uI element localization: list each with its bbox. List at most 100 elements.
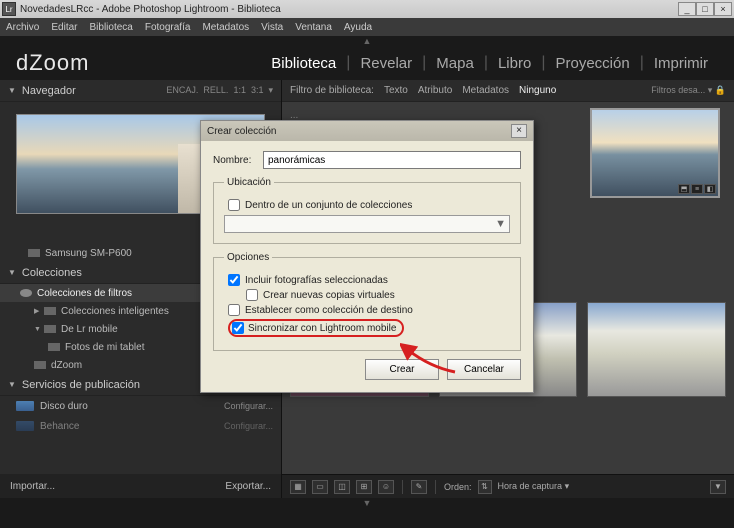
painter-icon[interactable]: ✎	[411, 480, 427, 494]
menu-item[interactable]: Vista	[261, 22, 283, 33]
dialog-titlebar: Crear colección ×	[201, 121, 533, 141]
bottom-chevron[interactable]: ▼	[0, 498, 734, 508]
nav-mode[interactable]: 1:1	[233, 85, 246, 96]
hdd-icon	[16, 401, 34, 411]
collection-label: dZoom	[51, 360, 82, 371]
nav-mode[interactable]: 3:1	[251, 85, 264, 96]
minimize-button[interactable]: _	[678, 2, 696, 16]
collection-label: Fotos de mi tablet	[65, 342, 144, 353]
nav-mode[interactable]: ENCAJ.	[166, 85, 198, 96]
disclosure-triangle-icon: ▼	[8, 380, 16, 389]
tab-proyeccion[interactable]: Proyección	[545, 55, 639, 72]
compare-view-icon[interactable]: ◫	[334, 480, 350, 494]
inside-set-label: Dentro de un conjunto de colecciones	[245, 200, 412, 211]
divider	[435, 480, 436, 494]
tab-libro[interactable]: Libro	[488, 55, 541, 72]
menu-item[interactable]: Editar	[51, 22, 77, 33]
menu-item[interactable]: Biblioteca	[89, 22, 132, 33]
create-collection-dialog: Crear colección × Nombre: Ubicación Dent…	[200, 120, 534, 393]
left-footer: Importar... Exportar...	[0, 474, 281, 498]
collection-label: Colecciones inteligentes	[61, 306, 169, 317]
target-collection-checkbox[interactable]	[228, 304, 240, 316]
filter-none[interactable]: Ninguno	[519, 85, 556, 96]
badge-icon[interactable]: ◧	[704, 184, 716, 194]
filter-text[interactable]: Texto	[384, 85, 408, 96]
service-label: Behance	[40, 421, 79, 432]
filter-preset-dropdown[interactable]: Filtros desa... ▾ 🔒	[651, 85, 726, 96]
inside-set-checkbox[interactable]	[228, 199, 240, 211]
grid-view-icon[interactable]: ▦	[290, 480, 306, 494]
sort-direction-icon[interactable]: ⇅	[478, 480, 492, 494]
thumbnail[interactable]	[587, 302, 726, 397]
loupe-view-icon[interactable]: ▭	[312, 480, 328, 494]
service-label: Disco duro	[40, 401, 88, 412]
close-button[interactable]: ×	[714, 2, 732, 16]
tab-mapa[interactable]: Mapa	[426, 55, 484, 72]
collection-label: De Lr mobile	[61, 324, 118, 335]
export-button[interactable]: Exportar...	[225, 481, 271, 492]
badge-icon[interactable]: ≡	[691, 184, 703, 194]
behance-icon	[16, 421, 34, 431]
collection-icon	[34, 361, 46, 369]
tab-revelar[interactable]: Revelar	[350, 55, 422, 72]
collection-label: Colecciones de filtros	[37, 288, 132, 299]
smart-collection-icon	[44, 307, 56, 315]
target-collection-label: Establecer como colección de destino	[245, 305, 413, 316]
sync-mobile-checkbox[interactable]	[232, 322, 244, 334]
cancel-button[interactable]: Cancelar	[447, 359, 521, 380]
create-button[interactable]: Crear	[365, 359, 439, 380]
toolbar-menu-icon[interactable]: ▼	[710, 480, 726, 494]
filter-metadata[interactable]: Metadatos	[462, 85, 509, 96]
dialog-close-button[interactable]: ×	[511, 124, 527, 138]
badge-icon[interactable]: ⬒	[678, 184, 690, 194]
menu-item[interactable]: Ventana	[295, 22, 332, 33]
navigator-header[interactable]: ▼ Navegador ENCAJ. RELL. 1:1 3:1 ▾	[0, 80, 281, 102]
menu-item[interactable]: Fotografía	[145, 22, 191, 33]
thumbnail-selected[interactable]: ⬒ ≡ ◧	[590, 108, 720, 198]
window-title: NovedadesLRcc - Adobe Photoshop Lightroo…	[20, 4, 281, 15]
window-titlebar: Lr NovedadesLRcc - Adobe Photoshop Light…	[0, 0, 734, 18]
configure-link[interactable]: Configurar...	[224, 401, 273, 411]
maximize-button[interactable]: □	[696, 2, 714, 16]
menu-item[interactable]: Metadatos	[202, 22, 249, 33]
location-fieldset: Ubicación Dentro de un conjunto de colec…	[213, 177, 521, 244]
menu-item[interactable]: Archivo	[6, 22, 39, 33]
tab-imprimir[interactable]: Imprimir	[644, 55, 718, 72]
collection-set-dropdown[interactable]: ▼	[224, 215, 510, 233]
configure-link[interactable]: Configurar...	[224, 421, 273, 431]
survey-view-icon[interactable]: ⊞	[356, 480, 372, 494]
menu-item[interactable]: Ayuda	[344, 22, 372, 33]
virtual-copies-checkbox[interactable]	[246, 289, 258, 301]
collection-set-icon	[44, 325, 56, 333]
services-title: Servicios de publicación	[22, 379, 140, 391]
options-legend: Opciones	[224, 252, 272, 263]
collection-icon	[48, 343, 60, 351]
toolbar: ▦ ▭ ◫ ⊞ ☺ ✎ Orden: ⇅ Hora de captura ▾ ▼	[282, 474, 734, 498]
collection-set-icon	[20, 289, 32, 297]
import-button[interactable]: Importar...	[10, 481, 55, 492]
filter-attribute[interactable]: Atributo	[418, 85, 452, 96]
collection-name-input[interactable]	[263, 151, 521, 169]
top-chevron[interactable]: ▲	[0, 36, 734, 46]
chevron-down-icon[interactable]: ▾	[268, 85, 273, 96]
navigator-title: Navegador	[22, 85, 76, 97]
triangle-icon: ▼	[34, 326, 44, 333]
app-icon: Lr	[2, 2, 16, 16]
disclosure-triangle-icon: ▼	[8, 86, 16, 95]
divider	[402, 480, 403, 494]
identity-plate: dZoom	[16, 50, 89, 76]
include-selected-checkbox[interactable]	[228, 274, 240, 286]
include-selected-label: Incluir fotografías seleccionadas	[245, 275, 388, 286]
service-row[interactable]: Disco duro Configurar...	[0, 396, 281, 416]
sort-label: Orden:	[444, 482, 472, 492]
device-icon	[28, 249, 40, 257]
tab-biblioteca[interactable]: Biblioteca	[261, 55, 346, 72]
people-view-icon[interactable]: ☺	[378, 480, 394, 494]
nav-mode[interactable]: RELL.	[203, 85, 228, 96]
dialog-title: Crear colección	[207, 126, 276, 137]
disclosure-triangle-icon: ▼	[8, 268, 16, 277]
sort-dropdown[interactable]: Hora de captura ▾	[498, 481, 570, 492]
service-row[interactable]: Behance Configurar...	[0, 416, 281, 436]
name-label: Nombre:	[213, 155, 263, 166]
triangle-icon: ▶	[34, 307, 44, 315]
